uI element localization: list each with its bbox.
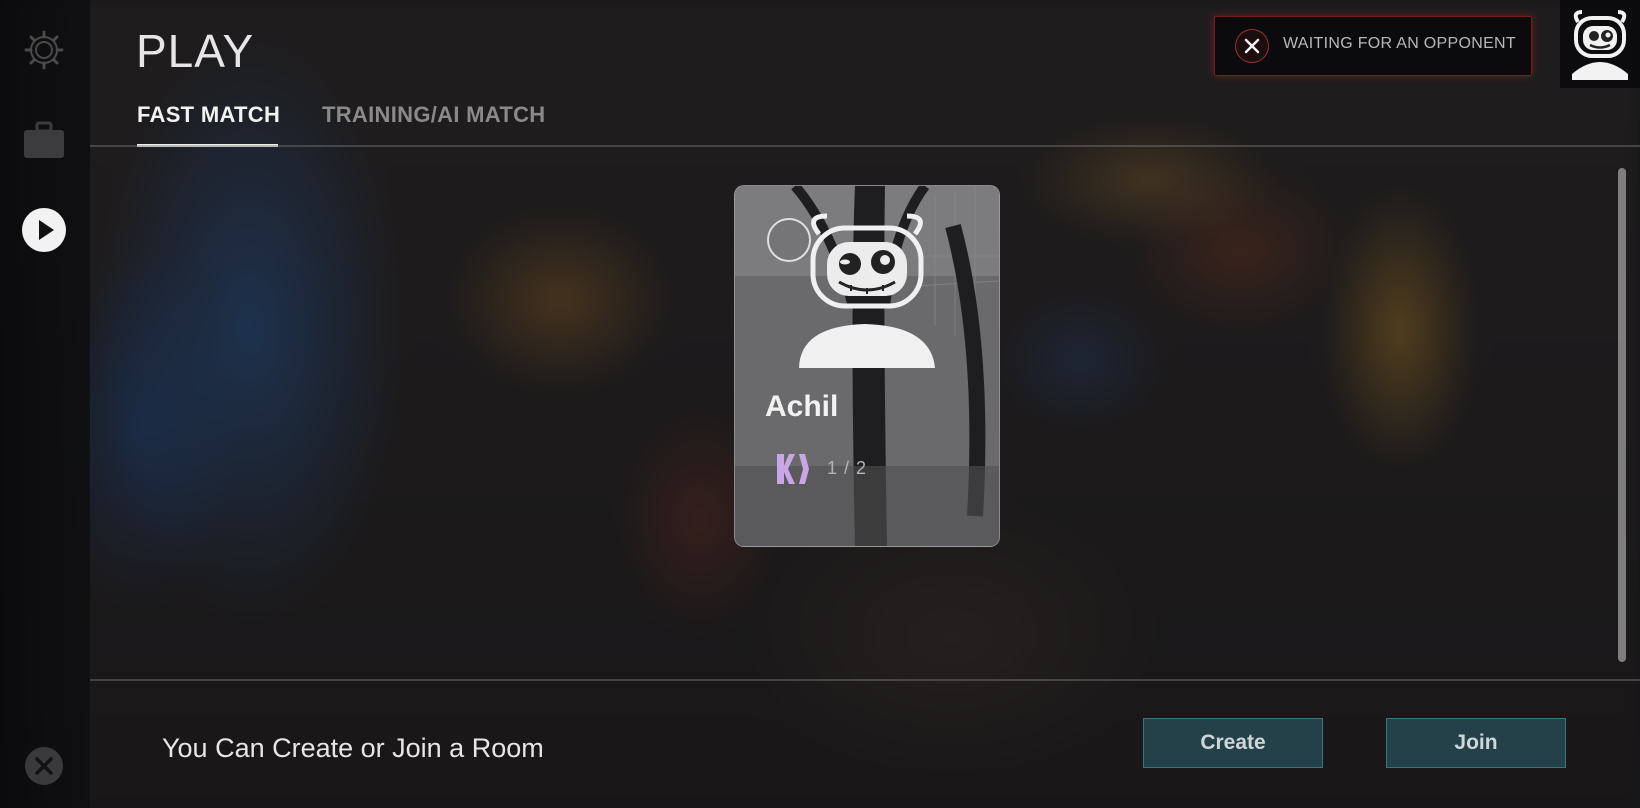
briefcase-icon xyxy=(24,121,64,158)
create-room-button[interactable]: Create xyxy=(1143,718,1323,768)
play-icon xyxy=(22,208,66,252)
profile-avatar-button[interactable] xyxy=(1560,0,1640,88)
room-hint-text: You Can Create or Join a Room xyxy=(162,733,544,763)
notification-text: WAITING FOR AN OPPONENT xyxy=(1283,35,1516,52)
close-icon xyxy=(25,747,63,785)
room-host-name: Achil xyxy=(765,390,839,423)
tab-training-ai-match[interactable]: TRAINING/AI MATCH xyxy=(322,102,545,128)
close-icon xyxy=(1244,38,1260,54)
join-room-button[interactable]: Join xyxy=(1386,718,1566,768)
matchmaking-notification: WAITING FOR AN OPPONENT xyxy=(1214,16,1532,76)
inventory-button[interactable] xyxy=(21,117,67,163)
exit-button[interactable] xyxy=(21,743,67,789)
settings-button[interactable] xyxy=(21,27,67,73)
gear-icon xyxy=(24,30,64,70)
sidebar xyxy=(0,0,90,808)
room-select-radio[interactable] xyxy=(767,218,811,262)
room-list-scrollbar[interactable] xyxy=(1618,168,1626,662)
robot-avatar-icon xyxy=(1572,10,1628,80)
page-title: PLAY xyxy=(136,25,255,77)
team-logo-icon xyxy=(777,454,809,484)
footer-divider xyxy=(90,679,1640,681)
play-screen: PLAY FAST MATCH TRAINING/AI MATCH WAITIN… xyxy=(0,0,1640,808)
play-nav-button[interactable] xyxy=(21,207,67,253)
cancel-matchmaking-button[interactable] xyxy=(1235,29,1269,63)
tab-fast-match[interactable]: FAST MATCH xyxy=(137,102,280,128)
header-divider xyxy=(90,145,1640,147)
room-player-count: 1 / 2 xyxy=(827,458,868,478)
room-card[interactable]: Achil 1 / 2 xyxy=(734,185,1000,547)
